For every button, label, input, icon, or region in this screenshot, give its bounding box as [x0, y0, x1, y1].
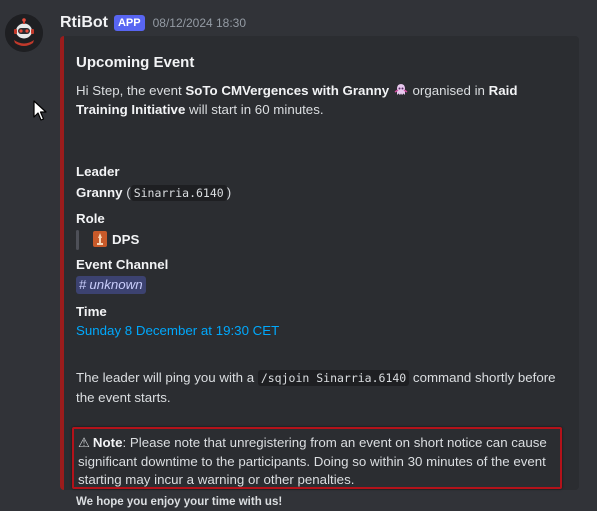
ping-prefix: The leader will ping you with a: [76, 370, 258, 385]
leader-close-paren: ): [226, 185, 232, 200]
leader-value: Granny (Sinarria.6140): [76, 185, 232, 201]
role-text: DPS: [112, 231, 140, 247]
bot-username[interactable]: RtiBot: [60, 14, 108, 32]
sqjoin-command-code: /sqjoin Sinarria.6140: [257, 370, 410, 386]
note-callout: ⚠ Note: Please note that unregistering fr…: [72, 427, 562, 489]
role-quote-bar: [76, 230, 79, 250]
event-intro-text: Hi Step, the event SoTo CMVergences with…: [76, 82, 568, 119]
embed-footer: We hope you enjoy your time with us!: [76, 496, 283, 508]
app-badge: APP: [113, 15, 145, 31]
robot-avatar-icon: [5, 14, 43, 52]
intro-middle: organised in: [408, 83, 489, 98]
note-text: : Please note that unregistering from an…: [78, 435, 547, 487]
time-label: Time: [76, 304, 107, 319]
role-label: Role: [76, 211, 105, 226]
leader-name: Granny: [76, 185, 123, 200]
event-time-link[interactable]: Sunday 8 December at 19:30 CET: [76, 323, 279, 338]
event-channel-label: Event Channel: [76, 257, 169, 272]
channel-mention[interactable]: # unknown: [76, 276, 146, 294]
embed-title: Upcoming Event: [76, 54, 195, 71]
event-name: SoTo CMVergences with Granny: [185, 83, 390, 98]
leader-open-paren: (: [122, 185, 131, 200]
mouse-cursor-icon: [33, 100, 47, 121]
leader-account-code: Sinarria.6140: [130, 185, 227, 201]
ghost-emoji-icon: [394, 84, 408, 95]
note-label: Note: [92, 435, 123, 450]
message-timestamp: 08/12/2024 18:30: [152, 16, 247, 30]
leader-label: Leader: [76, 164, 120, 179]
message-header: RtiBot APP 08/12/2024 18:30: [60, 12, 246, 34]
intro-suffix: will start in 60 minutes.: [185, 101, 324, 117]
event-embed: Upcoming Event Hi Step, the event SoTo C…: [60, 36, 579, 508]
intro-prefix: Hi Step, the event: [76, 83, 186, 98]
channel-name: unknown: [89, 277, 143, 292]
channel-hash-icon: #: [79, 277, 87, 292]
dps-role-icon: [93, 231, 107, 247]
bot-avatar[interactable]: [5, 14, 43, 52]
ping-instructions: The leader will ping you with a /sqjoin …: [76, 368, 568, 407]
role-value: DPS: [92, 230, 139, 248]
warning-icon: ⚠: [78, 435, 90, 450]
